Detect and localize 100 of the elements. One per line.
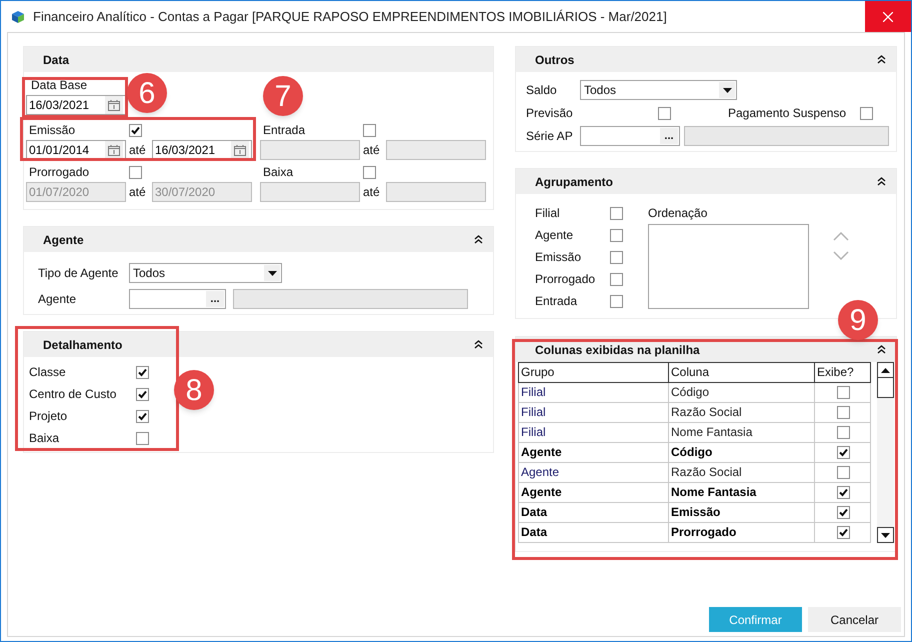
sort-list[interactable] — [648, 224, 809, 309]
checkbox[interactable] — [610, 272, 623, 286]
table-cell: Razão Social — [668, 463, 814, 482]
field-label: Emissão — [29, 123, 76, 137]
step-marker: 6 — [127, 73, 167, 113]
field-label: Série AP — [526, 128, 574, 145]
checkbox[interactable] — [837, 386, 850, 399]
collapse-icon[interactable] — [474, 235, 483, 244]
checkbox[interactable] — [610, 294, 623, 308]
checkbox[interactable] — [136, 410, 149, 422]
checkbox[interactable] — [837, 406, 850, 419]
field-label: Agente — [38, 291, 78, 308]
date-field[interactable]: 16/03/2021 — [26, 95, 126, 115]
option-label: Centro de Custo — [29, 386, 118, 403]
step-marker: 7 — [263, 76, 303, 116]
window-title: Financeiro Analítico - Contas a Pagar [PARQUE RAPOSO EMPREENDIMENTOS IMOBILIÁRIOS - Mar/2021] — [33, 8, 667, 26]
option-label: Baixa — [29, 430, 60, 447]
field-label: Baixa — [263, 165, 294, 179]
table-cell-text: Filial — [520, 404, 547, 421]
table-cell: Emissão — [668, 503, 814, 522]
option-label: Classe — [29, 364, 67, 381]
until-label: até — [363, 184, 381, 201]
table-cell: Código — [668, 443, 814, 462]
cancel-button[interactable]: Cancelar — [808, 607, 901, 632]
column-header[interactable]: Exibe? — [814, 363, 872, 382]
panel-title: Detalhamento — [43, 336, 122, 354]
app-logo-icon — [12, 10, 24, 22]
field-label: Previsão — [526, 105, 574, 122]
option-label: Prorrogado — [535, 271, 596, 288]
table-cell: Nome Fantasia — [668, 423, 814, 442]
dropdown[interactable]: Todos — [129, 263, 282, 283]
option-label: Entrada — [535, 293, 578, 310]
collapse-icon[interactable] — [877, 55, 886, 64]
scrollbar[interactable] — [877, 362, 894, 543]
collapse-icon[interactable] — [877, 177, 886, 186]
column-header[interactable]: Grupo — [519, 363, 668, 382]
checkbox[interactable] — [658, 106, 671, 120]
table-cell: Razão Social — [668, 403, 814, 422]
checkbox[interactable] — [837, 426, 850, 439]
field-label: Data Base — [30, 78, 88, 92]
table-cell-text: Agente — [520, 484, 563, 501]
field-label: Pagamento Suspenso — [728, 105, 848, 122]
table-cell-text: Filial — [520, 384, 547, 401]
field-label: Prorrogado — [29, 165, 90, 179]
field-label: Entrada — [263, 123, 306, 137]
checkbox[interactable] — [837, 466, 850, 479]
option-label: Filial — [535, 205, 561, 222]
option-label: Emissão — [535, 249, 582, 266]
step-marker: 8 — [174, 370, 214, 410]
until-label: até — [363, 142, 381, 159]
checkbox[interactable] — [610, 228, 623, 242]
checkbox[interactable] — [136, 366, 149, 378]
panel-title: Agrupamento — [535, 174, 613, 190]
until-label: até — [129, 184, 147, 201]
table-cell-text: Filial — [520, 424, 547, 441]
table-cell-text: Data — [520, 504, 548, 521]
calendar-icon[interactable] — [108, 100, 120, 110]
field-label: Tipo de Agente — [38, 265, 120, 282]
table-cell-text: Agente — [520, 464, 560, 481]
calendar-icon[interactable] — [234, 144, 246, 156]
panel-title: Data — [43, 52, 70, 68]
field-label: Ordenação — [648, 205, 708, 222]
lookup-field[interactable]: ... — [580, 126, 680, 146]
column-header[interactable]: Coluna — [668, 363, 814, 382]
checkbox[interactable] — [837, 446, 850, 459]
table-cell-text: Data — [520, 524, 548, 541]
table-cell: Código — [668, 383, 814, 402]
dropdown-arrow-icon[interactable] — [722, 88, 732, 92]
table-cell: Prorrogado — [668, 523, 814, 542]
date-field[interactable]: 16/03/2021 — [152, 140, 252, 160]
checkbox[interactable] — [610, 206, 623, 220]
until-label: até — [129, 142, 147, 159]
checkbox[interactable] — [860, 106, 873, 120]
close-icon[interactable] — [883, 12, 893, 22]
scroll-down-icon[interactable] — [881, 532, 890, 538]
option-label: Agente — [535, 227, 574, 244]
move-down-icon[interactable] — [833, 251, 849, 260]
table-cell-text: Agente — [520, 444, 563, 461]
checkbox[interactable] — [136, 432, 149, 444]
option-label: Projeto — [29, 408, 68, 425]
panel-title: Colunas exibidas na planilha — [535, 342, 700, 358]
collapse-icon[interactable] — [474, 340, 483, 349]
dropdown-arrow-icon[interactable] — [268, 270, 276, 276]
checkbox[interactable] — [837, 486, 850, 499]
checkbox[interactable] — [129, 124, 142, 136]
date-field[interactable]: 01/01/2014 — [26, 140, 126, 160]
checkbox[interactable] — [610, 250, 623, 264]
scroll-up-icon[interactable] — [881, 368, 890, 372]
lookup-field[interactable]: ... — [129, 289, 226, 309]
panel-title: Outros — [535, 52, 574, 68]
checkbox[interactable] — [136, 388, 149, 400]
field-label: Saldo — [526, 82, 558, 99]
checkbox[interactable] — [837, 526, 850, 539]
panel-title: Agente — [43, 232, 84, 248]
checkbox[interactable] — [837, 506, 850, 519]
collapse-icon[interactable] — [877, 345, 886, 354]
move-up-icon[interactable] — [833, 232, 849, 241]
step-marker: 9 — [838, 300, 878, 340]
dropdown[interactable]: Todos — [580, 80, 737, 100]
calendar-icon[interactable] — [108, 144, 120, 156]
